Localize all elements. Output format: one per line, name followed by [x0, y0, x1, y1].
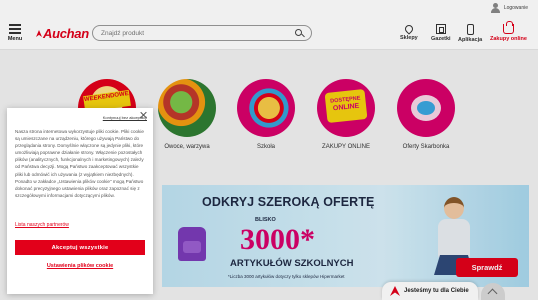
continue-without-accepting-link[interactable]: Kontynuuj bez akceptacji: [103, 115, 147, 120]
cookie-consent-dialog: Kontynuuj bez akceptacji Nasza strona in…: [7, 108, 153, 294]
cookie-settings-button[interactable]: Ustawienia plików cookie: [15, 263, 145, 269]
partners-list-link[interactable]: Lista naszych partnerów: [15, 222, 69, 228]
cookie-description: Nasza strona internetowa wykorzystuje pl…: [15, 129, 144, 198]
accept-all-button[interactable]: Akceptuj wszystkie: [15, 240, 145, 255]
